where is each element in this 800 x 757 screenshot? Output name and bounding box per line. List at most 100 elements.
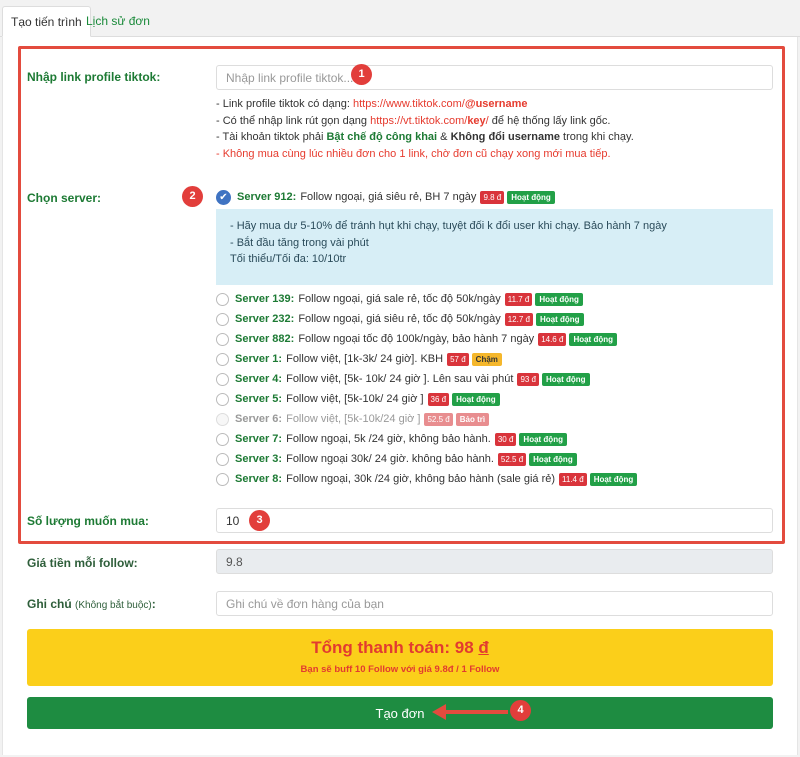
server-name: Server 6: <box>235 413 283 425</box>
radio-icon[interactable] <box>216 472 229 486</box>
price-badge: 93 đ <box>517 372 540 386</box>
status-badge: Bảo trì <box>455 412 490 426</box>
server-option-5[interactable]: Server 5: Follow việt, [5k-10k/ 24 giờ ]… <box>216 390 500 408</box>
note-text: - Tài khoản tiktok phải <box>216 131 327 143</box>
server-desc: Follow việt, [5k- 10k/ 24 giờ ]. Lên sau… <box>286 373 514 385</box>
server-desc: Follow việt, [1k-3k/ 24 giờ]. KBH <box>286 353 444 365</box>
note-text: - Có thể nhập link rút gọn dạng <box>216 114 371 127</box>
server-option-4[interactable]: Server 4: Follow việt, [5k- 10k/ 24 giờ … <box>216 370 590 388</box>
note-line-3: - Tài khoản tiktok phải Bật chế độ công … <box>216 129 634 146</box>
price-per-follow-label: Giá tiền mỗi follow: <box>27 556 138 570</box>
radio-icon[interactable] <box>216 292 229 306</box>
note-label: Ghi chú (Không bắt buộc): <box>27 597 156 611</box>
price-badge: 52.5 đ <box>497 452 527 466</box>
status-badge: Hoạt động <box>535 292 583 306</box>
server-label: Chọn server: <box>27 191 102 205</box>
profile-link-label: Nhập link profile tiktok: <box>27 70 161 84</box>
currency-symbol: đ <box>478 638 489 657</box>
create-order-button[interactable]: Tạo đơn <box>27 697 773 729</box>
server-name: Server 7: <box>235 433 283 445</box>
server-name: Server 139: <box>235 293 295 305</box>
radio-icon[interactable] <box>216 392 229 406</box>
info-line: - Bắt đầu tăng trong vài phút <box>230 236 369 249</box>
status-badge: Hoạt động <box>519 432 567 446</box>
server-name: Server 5: <box>235 393 283 405</box>
total-detail: Bạn sẽ buff 10 Follow với giá 9.8đ / 1 F… <box>300 664 500 675</box>
server-option-selected[interactable]: ✔ Server 912: Follow ngoại, giá siêu rẻ,… <box>216 188 555 206</box>
price-badge: 36 đ <box>427 392 450 406</box>
note-text: để hệ thống lấy link gốc. <box>488 114 611 127</box>
server-name: Server 882: <box>235 333 295 345</box>
server-name: Server 4: <box>235 373 283 385</box>
price-badge: 9.8 đ <box>480 190 505 204</box>
note-label-text: Ghi chú <box>27 597 72 611</box>
status-badge: Hoạt động <box>452 392 500 406</box>
quantity-input[interactable] <box>216 508 773 533</box>
profile-link-notes: - Link profile tiktok có dạng: https://w… <box>216 96 634 162</box>
server-desc: Follow ngoại 30k/ 24 giờ. không bảo hành… <box>286 453 494 465</box>
server-option-1[interactable]: Server 1: Follow việt, [1k-3k/ 24 giờ]. … <box>216 350 502 368</box>
server-option-7[interactable]: Server 7: Follow ngoại, 5k /24 giờ, khôn… <box>216 430 567 448</box>
note-line-1: - Link profile tiktok có dạng: https://w… <box>216 96 634 113</box>
note-text: trong khi chạy. <box>559 131 634 143</box>
radio-icon[interactable] <box>216 312 229 326</box>
tab-order-history[interactable]: Lịch sử đơn <box>78 6 158 37</box>
server-name: Server 912: <box>237 191 297 203</box>
info-line: - Hãy mua dư 5-10% để tránh hụt khi chạy… <box>230 220 667 232</box>
radio-icon[interactable] <box>216 372 229 386</box>
check-icon[interactable]: ✔ <box>216 189 231 205</box>
note-link: https://www.tiktok.com/ <box>352 98 465 110</box>
server-option-6: Server 6: Follow việt, [5k-10k/24 giờ ] … <box>216 410 490 428</box>
status-badge: Hoạt động <box>542 372 590 386</box>
radio-icon[interactable] <box>216 452 229 466</box>
note-colon: : <box>151 597 156 611</box>
server-desc: Follow việt, [5k-10k/24 giờ ] <box>286 413 421 425</box>
server-name: Server 8: <box>235 473 283 485</box>
total-label: Tổng thanh toán: 98 <box>311 638 479 657</box>
price-badge: 11.4 đ <box>559 472 587 486</box>
price-badge: 52.5 đ <box>424 412 453 426</box>
radio-icon[interactable] <box>216 352 229 366</box>
total-payment-box: Tổng thanh toán: 98 đ Bạn sẽ buff 10 Fol… <box>27 629 773 686</box>
server-name: Server 3: <box>235 453 283 465</box>
server-option-139[interactable]: Server 139: Follow ngoại, giá sale rẻ, t… <box>216 290 583 308</box>
server-desc: Follow ngoại, giá siêu rẻ, BH 7 ngày <box>300 191 477 203</box>
status-badge: Hoạt động <box>535 312 584 326</box>
server-desc: Follow việt, [5k-10k/ 24 giờ ] <box>286 393 424 405</box>
note-no-username-change: Không đổi username <box>450 131 560 143</box>
server-desc: Follow ngoại tốc độ 100k/ngày, bảo hành … <box>298 333 535 345</box>
note-line-4: - Không mua cùng lúc nhiều đơn cho 1 lin… <box>216 147 611 160</box>
note-public-mode: Bật chế độ công khai <box>326 131 438 143</box>
info-line: Tối thiểu/Tối đa: 10/10tr <box>230 253 347 265</box>
note-optional-text: (Không bắt buộc) <box>75 600 152 611</box>
note-username: @username <box>464 98 528 110</box>
annotation-marker-4: 4 <box>510 700 531 721</box>
note-line-2: - Có thể nhập link rút gọn dạng https://… <box>216 113 634 130</box>
profile-link-input[interactable] <box>216 65 773 90</box>
radio-icon <box>216 412 229 426</box>
note-input[interactable] <box>216 591 773 616</box>
status-badge: Hoạt động <box>569 332 617 346</box>
price-badge: 57 đ <box>447 352 469 366</box>
price-badge: 14.6 đ <box>538 332 567 346</box>
price-badge: 30 đ <box>494 432 517 446</box>
note-key: key <box>467 114 486 127</box>
status-badge: Chậm <box>471 352 502 366</box>
server-option-8[interactable]: Server 8: Follow ngoại, 30k /24 giờ, khô… <box>216 470 638 488</box>
server-desc: Follow ngoại, giá sale rẻ, tốc độ 50k/ng… <box>298 293 501 305</box>
note-link: https://vt.tiktok.com/ <box>370 114 468 127</box>
server-desc: Follow ngoại, 30k /24 giờ, không bảo hàn… <box>286 473 556 485</box>
server-option-3[interactable]: Server 3: Follow ngoại 30k/ 24 giờ. khôn… <box>216 450 577 468</box>
annotation-marker-2: 2 <box>182 186 203 207</box>
note-text: - Link profile tiktok có dạng: <box>216 98 353 110</box>
server-option-232[interactable]: Server 232: Follow ngoại, giá siêu rẻ, t… <box>216 310 584 328</box>
radio-icon[interactable] <box>216 432 229 446</box>
price-badge: 11.7 đ <box>504 292 533 306</box>
status-badge: Hoạt động <box>507 190 555 204</box>
note-text: & <box>437 131 451 143</box>
server-desc: Follow ngoại, giá siêu rẻ, tốc độ 50k/ng… <box>298 313 501 325</box>
price-badge: 12.7 đ <box>504 312 533 326</box>
radio-icon[interactable] <box>216 332 229 346</box>
server-option-882[interactable]: Server 882: Follow ngoại tốc độ 100k/ngà… <box>216 330 617 348</box>
annotation-marker-3: 3 <box>249 510 270 531</box>
